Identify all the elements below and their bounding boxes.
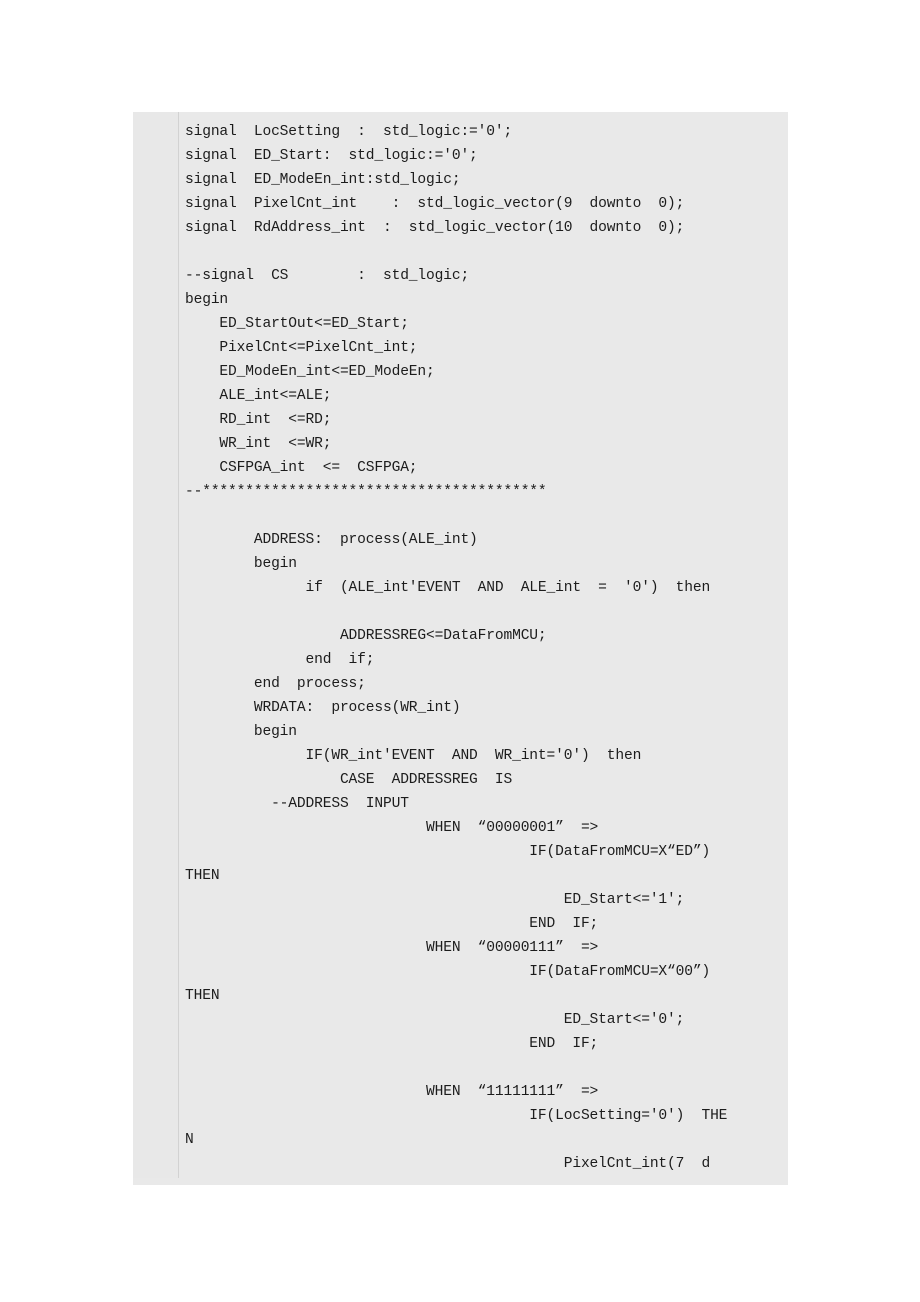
code-line: begin (185, 292, 229, 308)
code-line: WR_int <=WR; (185, 436, 332, 452)
code-line: PixelCnt_int(7 d (185, 1156, 711, 1172)
code-line: signal ED_Start: std_logic:='0'; (185, 148, 478, 164)
code-line: RD_int <=RD; (185, 412, 332, 428)
document-page: signal LocSetting : std_logic:='0';signa… (0, 0, 920, 1302)
code-line: end if; (185, 652, 375, 668)
code-line: --ADDRESS INPUT (185, 796, 409, 812)
code-line: signal ED_ModeEn_int:std_logic; (185, 172, 461, 188)
code-line: ADDRESSREG<=DataFromMCU; (185, 628, 547, 644)
code-line: signal PixelCnt_int : std_logic_vector(9… (185, 196, 685, 212)
code-line: WHEN “00000001” => (185, 820, 599, 836)
code-line: IF(DataFromMCU=X“ED”) (185, 844, 711, 860)
code-line: WRDATA: process(WR_int) (185, 700, 461, 716)
code-line: ED_StartOut<=ED_Start; (185, 316, 409, 332)
code-line: ADDRESS: process(ALE_int) (185, 532, 478, 548)
code-line: ED_ModeEn_int<=ED_ModeEn; (185, 364, 435, 380)
code-line: ED_Start<='0'; (185, 1012, 685, 1028)
code-line: signal RdAddress_int : std_logic_vector(… (185, 220, 685, 236)
code-line: --**************************************… (185, 484, 547, 500)
code-line: begin (185, 556, 297, 572)
code-line: WHEN “00000111” => (185, 940, 599, 956)
code-line: begin (185, 724, 297, 740)
code-listing-block: signal LocSetting : std_logic:='0';signa… (133, 112, 788, 1185)
code-line: WHEN “11111111” => (185, 1084, 599, 1100)
code-line: END IF; (185, 916, 599, 932)
code-line: IF(DataFromMCU=X“00”) (185, 964, 711, 980)
code-line: THEN (185, 868, 220, 884)
code-line: CSFPGA_int <= CSFPGA; (185, 460, 418, 476)
code-gutter-column (133, 112, 179, 1178)
code-line: IF(WR_int'EVENT AND WR_int='0') then (185, 748, 642, 764)
code-line: end process; (185, 676, 366, 692)
code-line: ALE_int<=ALE; (185, 388, 332, 404)
code-line: CASE ADDRESSREG IS (185, 772, 513, 788)
code-line: END IF; (185, 1036, 599, 1052)
code-line: signal LocSetting : std_logic:='0'; (185, 124, 513, 140)
code-line: if (ALE_int'EVENT AND ALE_int = '0') the… (185, 580, 711, 596)
code-line: N (185, 1132, 194, 1148)
code-line: ED_Start<='1'; (185, 892, 685, 908)
code-line: THEN (185, 988, 220, 1004)
code-line: IF(LocSetting='0') THE (185, 1108, 728, 1124)
code-text-pane: signal LocSetting : std_logic:='0';signa… (179, 112, 788, 1185)
code-line: --signal CS : std_logic; (185, 268, 470, 284)
code-line: PixelCnt<=PixelCnt_int; (185, 340, 418, 356)
